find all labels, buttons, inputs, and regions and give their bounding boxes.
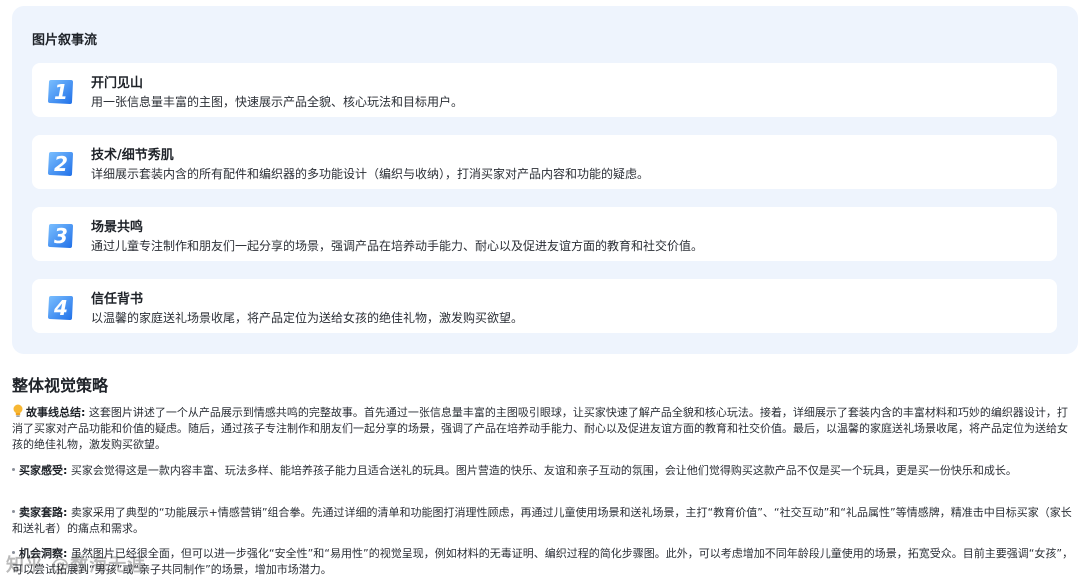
bullet-buyer-feeling: 买家感受: 买家会觉得这是一款内容丰富、玩法多样、能培养孩子能力且适合送礼的玩具… [12, 463, 1074, 479]
bullet-seller-tactics: 卖家套路: 卖家采用了典型的“功能展示+情感营销”组合拳。先通过详细的清单和功能… [12, 505, 1074, 537]
bullet-text: 虽然图片已经很全面，但可以进一步强化“安全性”和“易用性”的视觉呈现，例如材料的… [12, 547, 1074, 576]
card-title: 场景共鸣 [91, 220, 144, 235]
card-title: 技术/细节秀肌 [91, 148, 174, 163]
bullet-dot-icon [12, 467, 15, 471]
bullet-dot-icon [12, 509, 15, 513]
number-three-icon: 3 [48, 224, 73, 248]
number-one-icon: 1 [48, 80, 73, 104]
section-title: 整体视觉策略 [12, 376, 109, 395]
number-four-icon: 4 [48, 296, 73, 320]
summary-label: 故事线总结: [26, 406, 86, 419]
svg-text:2: 2 [54, 152, 68, 176]
card-desc: 以温馨的家庭送礼场景收尾，将产品定位为送给女孩的绝佳礼物，激发购买欲望。 [91, 311, 524, 325]
panel-title: 图片叙事流 [32, 33, 98, 48]
story-card-2: 2 技术/细节秀肌 详细展示套装内含的所有配件和编织器的多功能设计（编织与收纳）… [32, 135, 1057, 189]
svg-text:1: 1 [54, 80, 68, 104]
svg-text:3: 3 [54, 224, 68, 248]
card-title: 信任背书 [91, 292, 144, 307]
story-card-4: 4 信任背书 以温馨的家庭送礼场景收尾，将产品定位为送给女孩的绝佳礼物，激发购买… [32, 279, 1057, 333]
story-card-3: 3 场景共鸣 通过儿童专注制作和朋友们一起分享的场景，强调产品在培养动手能力、耐… [32, 207, 1057, 261]
summary-text: 这套图片讲述了一个从产品展示到情感共鸣的完整故事。首先通过一张信息量丰富的主图吸… [12, 406, 1068, 451]
card-desc: 用一张信息量丰富的主图，快速展示产品全貌、核心玩法和目标用户。 [91, 95, 464, 109]
story-card-1: 1 开门见山 用一张信息量丰富的主图，快速展示产品全貌、核心玩法和目标用户。 [32, 63, 1057, 117]
bullet-opportunity: 机会洞察: 虽然图片已经很全面，但可以进一步强化“安全性”和“易用性”的视觉呈现… [12, 546, 1074, 578]
bullet-label: 买家感受: [19, 464, 68, 477]
bullet-text: 买家会觉得这是一款内容丰富、玩法多样、能培养孩子能力且适合送礼的玩具。图片营造的… [67, 464, 1017, 477]
bullet-text: 卖家采用了典型的“功能展示+情感营销”组合拳。先通过详细的清单和功能图打消理性顾… [12, 506, 1072, 535]
story-flow-panel: 图片叙事流 1 开门见山 用一张信息量丰富的主图，快速展示产品全貌、核心玩法和目… [12, 6, 1078, 354]
lightbulb-icon [13, 404, 23, 417]
number-two-icon: 2 [48, 152, 73, 176]
bullet-label: 卖家套路: [19, 506, 68, 519]
card-title: 开门见山 [91, 76, 144, 91]
story-summary: 故事线总结: 这套图片讲述了一个从产品展示到情感共鸣的完整故事。首先通过一张信息… [12, 404, 1074, 453]
svg-text:4: 4 [53, 296, 68, 320]
card-desc: 详细展示套装内含的所有配件和编织器的多功能设计（编织与收纳），打消买家对产品内容… [91, 167, 650, 181]
card-desc: 通过儿童专注制作和朋友们一起分享的场景，强调产品在培养动手能力、耐心以及促进友谊… [91, 239, 704, 253]
watermark: 知乎 @数海无涯 [6, 555, 147, 576]
